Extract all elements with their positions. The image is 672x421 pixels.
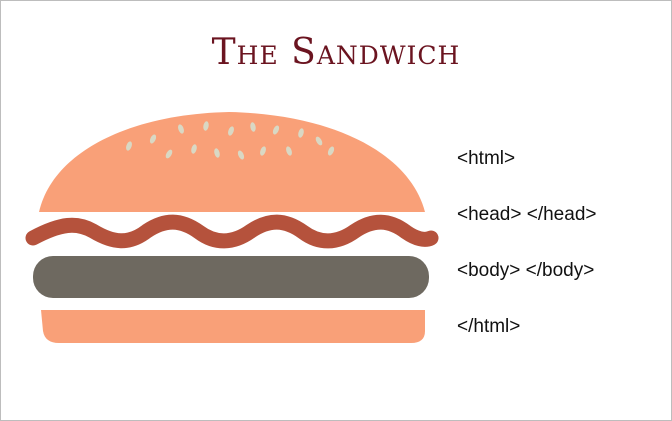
slide: The Sandwich <html> <head> </head> <body… [0,0,672,421]
bottom-bun [41,310,425,343]
tag-html-close-label: </html> [457,316,521,337]
tag-html-open-label: <html> [457,148,516,169]
tag-head-label: <head> </head> [457,204,597,225]
ketchup-layer [25,214,439,249]
patty-layer [33,256,429,298]
tag-body-label: <body> </body> [457,260,595,281]
